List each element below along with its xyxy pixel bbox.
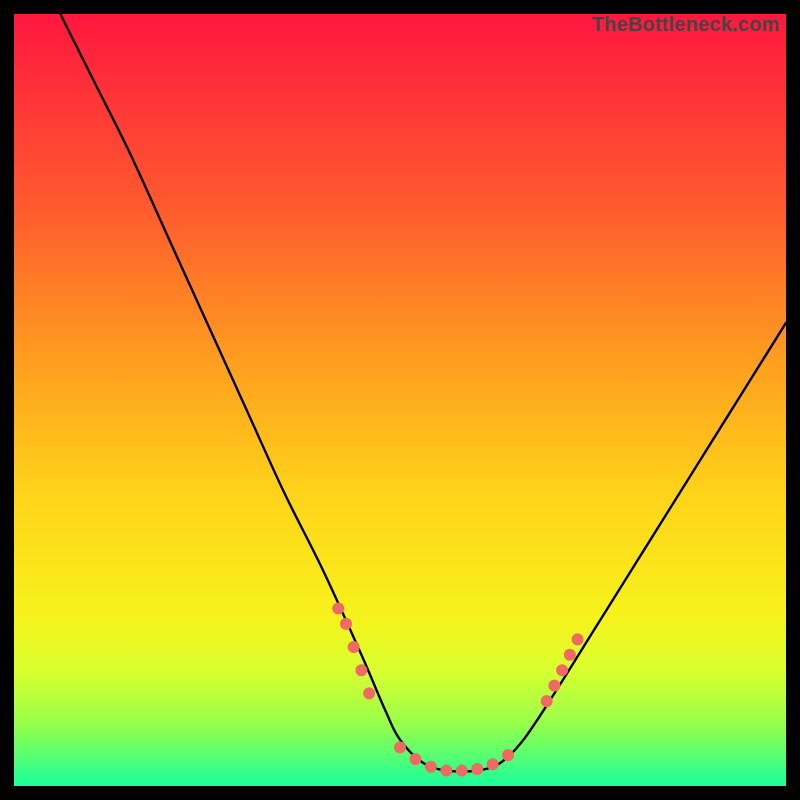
marker-point (440, 765, 452, 777)
marker-point (394, 741, 406, 753)
marker-point (363, 687, 375, 699)
marker-point (340, 618, 352, 630)
marker-point (556, 664, 568, 676)
marker-point (456, 765, 468, 777)
marker-point (332, 602, 344, 614)
marker-point (548, 680, 560, 692)
chart-frame: TheBottleneck.com (14, 14, 786, 786)
marker-point (471, 763, 483, 775)
marker-point (355, 664, 367, 676)
chart-plot-area (14, 14, 786, 786)
marker-point (487, 758, 499, 770)
marker-point (348, 641, 360, 653)
bottleneck-curve (60, 14, 786, 772)
marker-point (572, 633, 584, 645)
highlight-markers (332, 602, 583, 776)
marker-point (541, 695, 553, 707)
marker-point (564, 649, 576, 661)
marker-point (425, 761, 437, 773)
marker-point (502, 749, 514, 761)
watermark-text: TheBottleneck.com (592, 14, 780, 37)
marker-point (409, 753, 421, 765)
